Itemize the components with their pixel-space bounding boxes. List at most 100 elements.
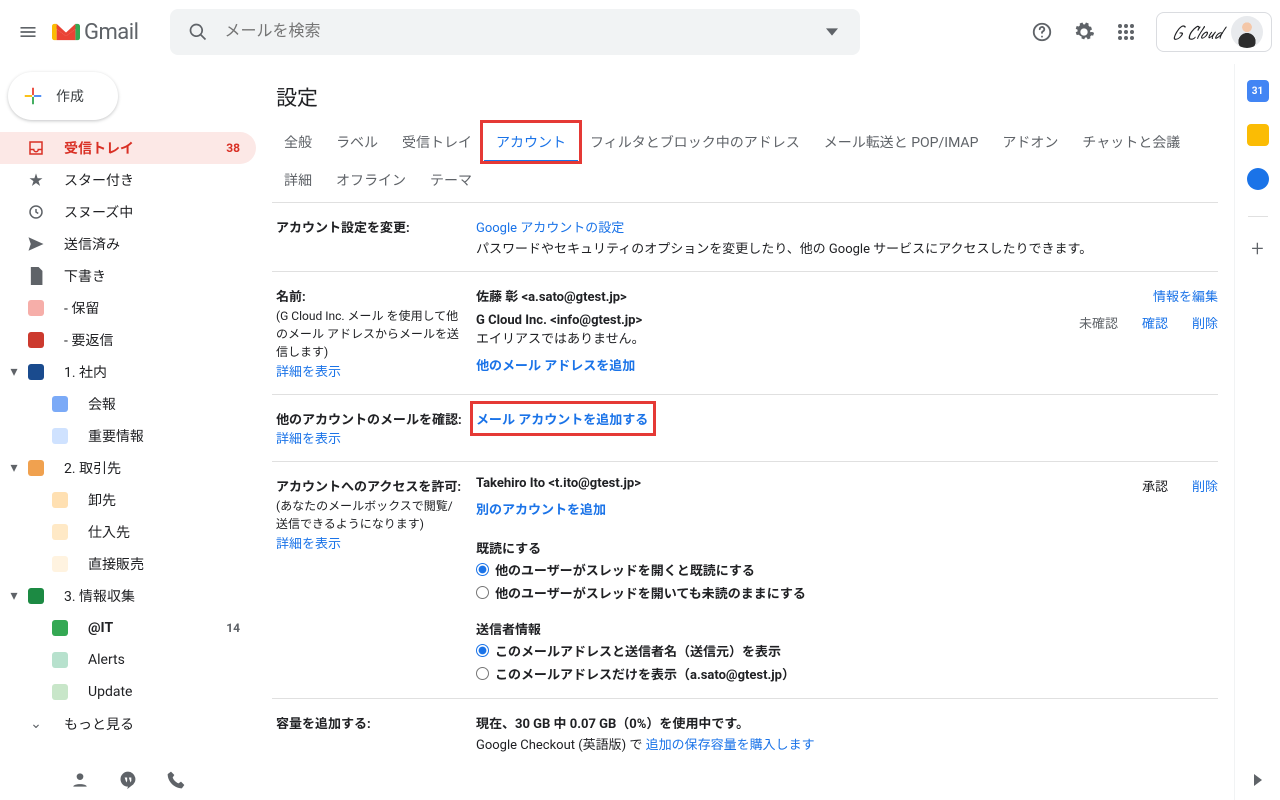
- sender-info-header: 送信者情報: [476, 619, 1218, 638]
- sidebar-item-important-info[interactable]: 重要情報: [0, 420, 256, 452]
- section-name-label: 名前:: [276, 286, 462, 305]
- page-title: 設定: [276, 82, 1218, 112]
- section-check-other-label: 他のアカウントのメールを確認:: [276, 409, 462, 428]
- sidebar-item-label: 3. 情報収集: [64, 586, 135, 606]
- keep-addon-button[interactable]: [1247, 124, 1269, 146]
- read-opt2-radio[interactable]: [476, 586, 489, 599]
- tab-advanced[interactable]: 詳細: [272, 162, 324, 198]
- google-apps-button[interactable]: [1106, 12, 1146, 52]
- add-mail-account-link[interactable]: メール アカウントを追加する: [476, 413, 648, 428]
- sidebar-item-label: - 要返信: [64, 330, 113, 350]
- gmail-logo[interactable]: Gmail: [52, 20, 138, 45]
- google-account-settings-link[interactable]: Google アカウントの設定: [476, 217, 1218, 236]
- search-bar[interactable]: [170, 9, 860, 55]
- apps-grid-icon: [1117, 23, 1135, 41]
- edit-info-link[interactable]: 情報を編集: [1153, 286, 1218, 305]
- sidebar-item-hold[interactable]: - 保留: [0, 292, 256, 324]
- account-chip[interactable]: G Cloud: [1156, 12, 1272, 52]
- alias-delete-link[interactable]: 削除: [1192, 313, 1218, 332]
- sidebar-item-label: @IT: [88, 620, 113, 636]
- support-button[interactable]: [1022, 12, 1062, 52]
- hangouts-icon[interactable]: [118, 770, 138, 794]
- read-opt1-row[interactable]: 他のユーザーがスレッドを開くと既読にする: [476, 560, 1218, 579]
- tab-general[interactable]: 全般: [272, 124, 324, 162]
- sender-opt1-row[interactable]: このメールアドレスと送信者名（送信元）を表示: [476, 641, 1218, 660]
- alias-sender: G Cloud Inc. <info@gtest.jp>: [476, 313, 642, 328]
- sidebar-item-snoozed[interactable]: スヌーズ中: [0, 196, 256, 228]
- storage-prefix: Google Checkout (英語版) で: [476, 738, 646, 753]
- read-opt1-label: 他のユーザーがスレッドを開くと既読にする: [495, 560, 755, 579]
- tab-offline[interactable]: オフライン: [324, 162, 418, 198]
- caret-down-icon[interactable]: ▾: [8, 462, 20, 474]
- sidebar-item-label: 2. 取引先: [64, 458, 121, 478]
- sidebar-item-partners[interactable]: ▾ 2. 取引先: [0, 452, 256, 484]
- inbox-count: 38: [226, 141, 240, 155]
- search-options-button[interactable]: [812, 14, 852, 50]
- sidebar-item-label: 下書き: [64, 266, 106, 286]
- sidebar-item-label: もっと見る: [64, 714, 134, 734]
- sidebar-item-research[interactable]: ▾ 3. 情報収集: [0, 580, 256, 612]
- compose-button[interactable]: 作成: [8, 72, 118, 120]
- clock-icon: [26, 202, 46, 222]
- label-icon: [26, 586, 46, 606]
- sender-opt1-radio[interactable]: [476, 644, 489, 657]
- label-icon: [50, 426, 70, 446]
- tab-themes[interactable]: テーマ: [418, 162, 484, 198]
- tab-chat[interactable]: チャットと会議: [1070, 124, 1192, 162]
- search-icon: [188, 22, 208, 42]
- tasks-addon-button[interactable]: [1247, 168, 1269, 190]
- sidebar-item-wholesale[interactable]: 卸先: [0, 484, 256, 516]
- sidebar-item-supplier[interactable]: 仕入先: [0, 516, 256, 548]
- tab-labels[interactable]: ラベル: [324, 124, 390, 162]
- sidebar-item-newsletter[interactable]: 会報: [0, 388, 256, 420]
- settings-button[interactable]: [1064, 12, 1104, 52]
- tab-forwarding[interactable]: メール転送と POP/IMAP: [812, 124, 991, 162]
- sidebar-item-label: 直接販売: [88, 554, 144, 574]
- sender-opt2-radio[interactable]: [476, 667, 489, 680]
- sidebar-item-starred[interactable]: ★ スター付き: [0, 164, 256, 196]
- read-opt1-radio[interactable]: [476, 563, 489, 576]
- sidebar-item-sent[interactable]: 送信済み: [0, 228, 256, 260]
- contacts-icon[interactable]: [70, 770, 90, 794]
- delegate-delete-link[interactable]: 削除: [1192, 476, 1218, 495]
- sidebar-item-reply-needed[interactable]: - 要返信: [0, 324, 256, 356]
- sidebar-item-direct-sales[interactable]: 直接販売: [0, 548, 256, 580]
- tab-accounts[interactable]: アカウント: [484, 124, 578, 162]
- add-delegate-link[interactable]: 別のアカウントを追加: [476, 499, 1218, 518]
- avatar: [1231, 16, 1263, 48]
- sender-opt2-row[interactable]: このメールアドレスだけを表示（a.sato@gtest.jp）: [476, 664, 1218, 683]
- tab-filters[interactable]: フィルタとブロック中のアドレス: [578, 124, 812, 162]
- sidebar-item-update[interactable]: Update: [0, 676, 256, 708]
- primary-sender: 佐藤 彰 <a.sato@gtest.jp>: [476, 286, 1153, 305]
- sidebar-item-inbox[interactable]: 受信トレイ 38: [0, 132, 256, 164]
- phone-icon[interactable]: [166, 770, 186, 794]
- section-grant-more-link[interactable]: 詳細を表示: [276, 537, 341, 552]
- calendar-addon-button[interactable]: 31: [1247, 80, 1269, 102]
- sidebar-item-alerts[interactable]: Alerts: [0, 644, 256, 676]
- section-check-other-more-link[interactable]: 詳細を表示: [276, 432, 341, 447]
- sidebar-item-more[interactable]: ⌄ もっと見る: [0, 708, 256, 740]
- alias-note: エイリアスではありません。: [476, 332, 645, 347]
- read-opt2-row[interactable]: 他のユーザーがスレッドを開いても未読のままにする: [476, 583, 1218, 602]
- add-another-address-link[interactable]: 他のメール アドレスを追加: [476, 355, 1218, 374]
- sidebar-item-atit[interactable]: @IT 14: [0, 612, 256, 644]
- sidebar-item-drafts[interactable]: 下書き: [0, 260, 256, 292]
- buy-storage-link[interactable]: 追加の保存容量を購入します: [646, 738, 815, 753]
- alias-confirm-link[interactable]: 確認: [1142, 313, 1168, 332]
- section-name-more-link[interactable]: 詳細を表示: [276, 365, 341, 380]
- tab-addons[interactable]: アドオン: [990, 124, 1070, 162]
- read-opt2-label: 他のユーザーがスレッドを開いても未読のままにする: [495, 583, 806, 602]
- label-icon: [26, 330, 46, 350]
- label-icon: [26, 458, 46, 478]
- search-button[interactable]: [178, 14, 218, 50]
- calendar-icon: 31: [1252, 86, 1263, 97]
- get-addons-button[interactable]: +: [1251, 239, 1263, 261]
- caret-down-icon[interactable]: ▾: [8, 366, 20, 378]
- sidebar-item-internal[interactable]: ▾ 1. 社内: [0, 356, 256, 388]
- main-menu-button[interactable]: [8, 12, 48, 52]
- search-input[interactable]: [222, 22, 812, 42]
- tab-inbox[interactable]: 受信トレイ: [390, 124, 484, 162]
- caret-down-icon[interactable]: ▾: [8, 590, 20, 602]
- sidebar-item-label: スター付き: [64, 170, 134, 190]
- sidepanel-toggle-button[interactable]: [1252, 774, 1264, 790]
